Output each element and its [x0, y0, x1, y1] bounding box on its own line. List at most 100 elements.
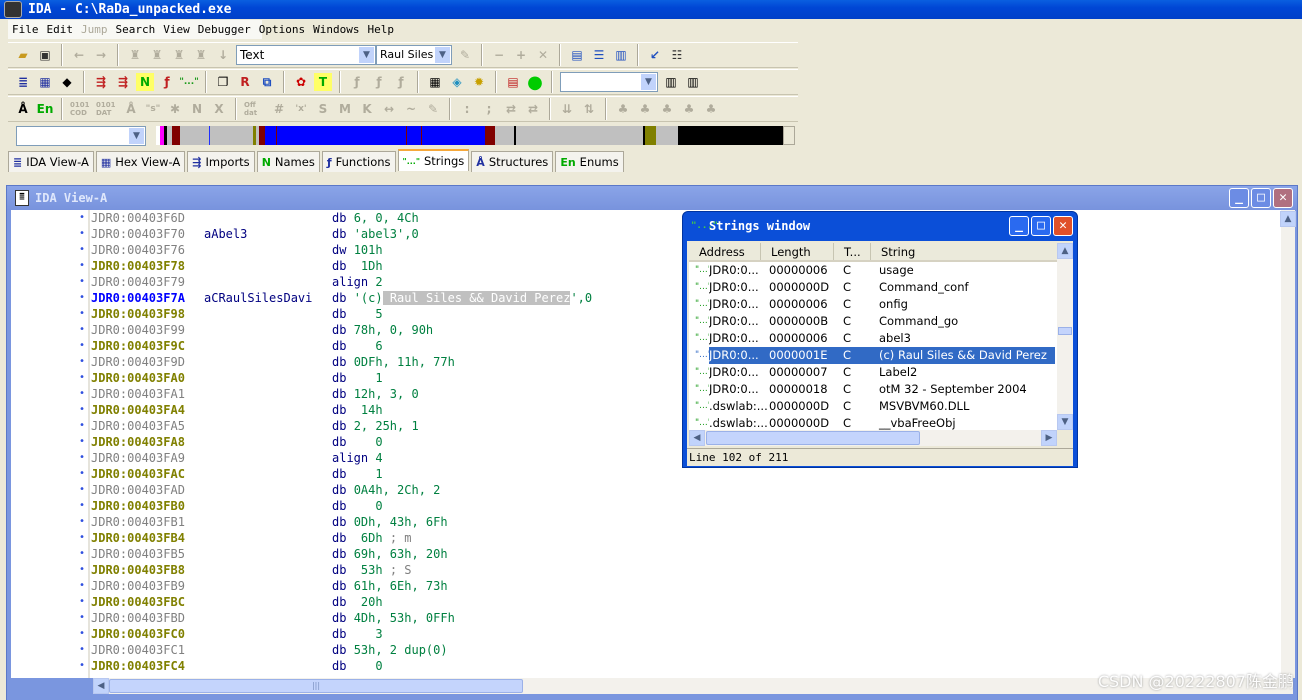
listing-line[interactable]: • JDR0:00403F7A aCRaulSilesDavi db '(c) Rau…: [11, 290, 1271, 306]
listing-line[interactable]: • JDR0:00403FA9 align 4: [11, 450, 1271, 466]
struct-var-icon[interactable]: Å: [122, 100, 140, 118]
listing-line[interactable]: • JDR0:00403FB5 db 69h, 63h, 20h: [11, 546, 1271, 562]
column-header-type[interactable]: T...: [834, 243, 871, 260]
string-row[interactable]: "..."JDR0:0... 0000000D C Command_conf: [689, 279, 1057, 296]
green-circle-icon[interactable]: ●: [526, 72, 544, 93]
minus-icon[interactable]: −: [490, 46, 508, 64]
listing-line[interactable]: • JDR0:00403F98 db 5: [11, 306, 1271, 322]
scroll-right-icon[interactable]: ▶: [1041, 430, 1057, 446]
graph-xrefs-from-icon[interactable]: ♣: [680, 100, 698, 118]
gear-icon[interactable]: ✹: [470, 73, 488, 91]
menu-edit[interactable]: Edit: [43, 20, 78, 39]
calculator-icon[interactable]: ▦: [426, 73, 444, 91]
imports-icon[interactable]: ⇶: [92, 73, 110, 91]
listing-line[interactable]: • JDR0:00403FB4 db 6Dh ; m: [11, 530, 1271, 546]
debugger-attach-icon[interactable]: ▥: [662, 73, 680, 91]
scroll-thumb[interactable]: |||: [109, 679, 523, 693]
chevron-down-icon[interactable]: ▼: [435, 47, 450, 63]
string-row[interactable]: "..."JDR0:0... 00000007 C Label2: [689, 364, 1057, 381]
chevron-down-icon[interactable]: ▼: [129, 128, 144, 144]
search-next-icon[interactable]: ♜: [148, 46, 166, 64]
string-row[interactable]: "..."JDR0:0... 00000006 Config: [689, 296, 1057, 313]
listing-line[interactable]: • JDR0:00403F70 aAbel3 db 'abel3',0: [11, 226, 1271, 242]
asterisk-icon[interactable]: ✱: [166, 100, 184, 118]
string-row[interactable]: "..."JDR0:0... 00000006 Cusage: [689, 262, 1057, 279]
plus-icon[interactable]: +: [512, 46, 530, 64]
tab-structures[interactable]: Å Structures: [471, 151, 554, 172]
registers-icon[interactable]: R: [236, 73, 254, 91]
arrange-icon[interactable]: ↙: [646, 46, 664, 64]
open-icon[interactable]: ▰: [14, 46, 32, 64]
string-row[interactable]: "...".dswlab:...0000000D C MSVBVM60.DLL: [689, 398, 1057, 415]
tab-enums[interactable]: En Enums: [555, 151, 624, 172]
hex-icon[interactable]: ▦: [36, 73, 54, 91]
tab-strings[interactable]: "..." Strings: [397, 149, 470, 171]
listing-line[interactable]: • JDR0:00403FB0 db 0: [11, 498, 1271, 514]
listing-line[interactable]: • JDR0:00403FB8 db 53h ; S: [11, 562, 1271, 578]
string-row[interactable]: "...".dswlab:...0000000D C __vbaFreeObj: [689, 415, 1057, 430]
tab-hex-view-a[interactable]: ▦ Hex View-A: [95, 151, 186, 172]
string-row[interactable]: "..."JDR0:0... 0000000B C Command_go: [689, 313, 1057, 330]
type-libraries-icon[interactable]: T: [314, 73, 332, 91]
binoculars-icon[interactable]: ♜: [126, 46, 144, 64]
char-icon[interactable]: 'x': [292, 100, 310, 118]
close-button[interactable]: ✕: [1053, 216, 1073, 236]
scroll-thumb[interactable]: [1058, 327, 1072, 335]
scroll-down-icon[interactable]: ▼: [1057, 414, 1073, 430]
strings-horizontal-scrollbar[interactable]: ◀ ▶: [689, 430, 1057, 446]
scroll-up-icon[interactable]: ▲: [1280, 211, 1296, 227]
listing-line[interactable]: • JDR0:00403F6D db 6, 0, 4Ch: [11, 210, 1271, 226]
window-tile-vertical-icon[interactable]: ▥: [612, 46, 630, 64]
strings-list[interactable]: Address Length T... String "..."JDR0:0..…: [689, 243, 1057, 430]
listing-line[interactable]: • JDR0:00403FA4 db 14h: [11, 402, 1271, 418]
function-icon[interactable]: ƒ: [158, 73, 176, 91]
search-binary-icon[interactable]: ♜: [170, 46, 188, 64]
graph-xrefs-to-icon[interactable]: ♣: [658, 100, 676, 118]
string-row[interactable]: "..."JDR0:0...0000001EC(c) Raul Siles &&…: [689, 347, 1057, 364]
diamond-icon[interactable]: ◆: [58, 73, 76, 91]
document-icon[interactable]: ≣: [14, 73, 32, 91]
menu-jump[interactable]: Jump: [77, 20, 112, 39]
strings-vertical-scrollbar[interactable]: ▲ ▼: [1057, 243, 1073, 430]
listing-line[interactable]: • JDR0:00403FA8 db 0: [11, 434, 1271, 450]
offset-icon[interactable]: Off dat: [244, 100, 266, 118]
xref-from-icon[interactable]: ⇅: [580, 100, 598, 118]
chevron-down-icon[interactable]: ▼: [359, 47, 374, 63]
comment-rep-icon[interactable]: ⇄: [524, 100, 542, 118]
navigation-band[interactable]: [156, 126, 784, 145]
column-header-string[interactable]: String: [871, 243, 1057, 260]
navigation-combo[interactable]: ▼: [16, 126, 146, 146]
notepad-icon[interactable]: ▤: [504, 73, 522, 91]
search-text-icon[interactable]: ♜: [192, 46, 210, 64]
listing-line[interactable]: • JDR0:00403FBC db 20h: [11, 594, 1271, 610]
pen-icon[interactable]: ✎: [456, 46, 474, 64]
string-row[interactable]: "..."JDR0:0... 00000006 Cabel3: [689, 330, 1057, 347]
label-name[interactable]: aAbel3: [204, 226, 247, 242]
scroll-left-icon[interactable]: ◀: [93, 678, 109, 694]
listing-line[interactable]: • JDR0:00403F78 db 1Dh: [11, 258, 1271, 274]
listing-line[interactable]: • JDR0:00403F9C db 6: [11, 338, 1271, 354]
menu-debugger[interactable]: Debugger: [194, 20, 255, 39]
listing-line[interactable]: • JDR0:00403F79 align 2: [11, 274, 1271, 290]
menu-options[interactable]: Options: [255, 20, 309, 39]
window-cascade-icon[interactable]: ▤: [568, 46, 586, 64]
xref-to-icon[interactable]: ⇊: [558, 100, 576, 118]
listing-line[interactable]: • JDR0:00403F99 db 78h, 0, 90h: [11, 322, 1271, 338]
column-header-length[interactable]: Length: [761, 243, 834, 260]
function-f-icon[interactable]: ƒ: [348, 73, 366, 91]
selectors-icon[interactable]: ⧉: [258, 73, 276, 91]
minimize-button[interactable]: _: [1229, 188, 1249, 208]
segment-icon[interactable]: S: [314, 100, 332, 118]
listing-line[interactable]: • JDR0:00403FA5 db 2, 25h, 1: [11, 418, 1271, 434]
menu-view[interactable]: View: [159, 20, 194, 39]
close-button[interactable]: ✕: [1273, 188, 1293, 208]
down-arrow-icon[interactable]: ↓: [214, 46, 232, 64]
listing-line[interactable]: • JDR0:00403FA1 db 12h, 3, 0: [11, 386, 1271, 402]
listing-line[interactable]: • JDR0:00403FBD db 4Dh, 53h, 0FFh: [11, 610, 1271, 626]
colon-icon[interactable]: :: [458, 100, 476, 118]
column-header-address[interactable]: Address: [689, 243, 761, 260]
number-icon[interactable]: #: [270, 100, 288, 118]
graph-flow-icon[interactable]: ♣: [614, 100, 632, 118]
comment-icon[interactable]: ⇄: [502, 100, 520, 118]
function-end-icon[interactable]: ƒ: [392, 73, 410, 91]
